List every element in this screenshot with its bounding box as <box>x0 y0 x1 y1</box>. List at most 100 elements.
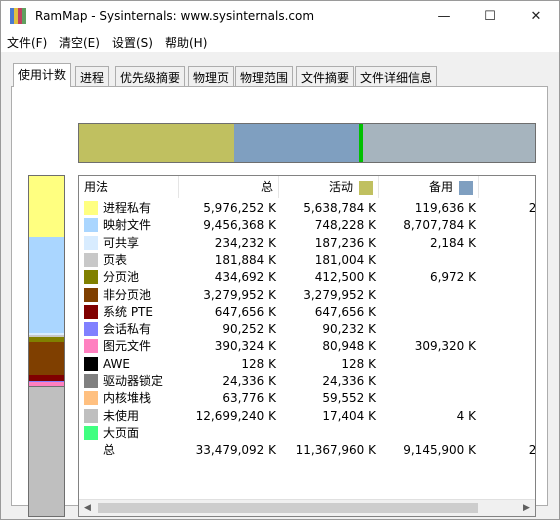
close-button[interactable]: ✕ <box>513 1 559 32</box>
column-header-modified[interactable]: 修i <box>479 176 535 198</box>
cell-name: 会话私有 <box>103 322 152 337</box>
usage-color-swatch <box>84 287 98 302</box>
cell-standby: 309,320 K <box>414 339 476 354</box>
table-row[interactable]: 会话私有 90,252 K 90,232 K <box>79 321 535 338</box>
table-row[interactable]: 大页面 <box>79 425 535 442</box>
table-row[interactable]: 页表 181,884 K 181,004 K <box>79 252 535 269</box>
tab-file-details[interactable]: 文件详细信息 <box>355 66 438 86</box>
cell-active: 748,228 K <box>314 218 376 233</box>
tab-physical-ranges[interactable]: 物理范围 <box>235 66 294 86</box>
table-row[interactable]: 可共享 234,232 K 187,236 K 2,184 K4 <box>79 235 535 252</box>
cell-total: 9,456,368 K <box>203 218 276 233</box>
table-row[interactable]: 映射文件 9,456,368 K 748,228 K 8,707,784 K <box>79 217 535 234</box>
usage-segment <box>29 236 64 334</box>
usage-color-swatch <box>84 391 98 406</box>
cell-active: 90,232 K <box>322 322 376 337</box>
table-row[interactable]: 图元文件 390,324 K 80,948 K 309,320 K <box>79 338 535 355</box>
cell-active: 80,948 K <box>322 339 376 354</box>
scroll-right-icon[interactable]: ▶ <box>518 500 535 516</box>
cell-active: 59,552 K <box>322 391 376 406</box>
usage-header-label: 用法 <box>84 180 109 194</box>
cell-standby: 119,636 K <box>414 201 476 215</box>
usage-color-swatch <box>84 201 98 215</box>
tab-control: 使用计数 进程 优先级摘要 物理页 物理范围 文件摘要 文件详细信息 用法 总 … <box>11 61 551 517</box>
table-row[interactable]: AWE 128 K 128 K <box>79 356 535 373</box>
cell-active: 11,367,960 K <box>295 443 376 458</box>
cell-name: 分页池 <box>103 270 140 285</box>
cell-name: 大页面 <box>103 425 140 440</box>
cell-total: 181,884 K <box>214 252 276 267</box>
cell-name: 映射文件 <box>103 218 152 233</box>
cell-standby: 6,972 K <box>429 270 476 285</box>
horizontal-scrollbar[interactable]: ◀ ▶ <box>79 499 535 516</box>
table-row[interactable]: 非分页池 3,279,952 K 3,279,952 K <box>79 287 535 304</box>
cell-total: 24,336 K <box>222 374 276 388</box>
cell-active: 187,236 K <box>314 235 376 250</box>
table-row[interactable]: 总 33,479,092 K 11,367,960 K 9,145,900 K 28 <box>79 442 536 459</box>
menu-empty[interactable]: 清空(E) <box>59 34 100 51</box>
usage-color-swatch <box>84 304 98 319</box>
usage-stack-bar <box>28 175 65 517</box>
table-row[interactable]: 系统 PTE 647,656 K 647,656 K <box>79 304 535 321</box>
cell-name: 内核堆栈 <box>103 391 152 406</box>
table-row[interactable]: 分页池 434,692 K 412,500 K 6,972 K1 <box>79 269 535 286</box>
cell-modified: 21 <box>528 201 536 215</box>
table-header: 用法 总 活动 备用 修i <box>79 176 535 198</box>
cell-name: 页表 <box>103 252 128 267</box>
cell-modified: 28 <box>528 443 536 458</box>
cell-standby: 9,145,900 K <box>403 443 476 458</box>
menu-help[interactable]: 帮助(H) <box>165 34 207 51</box>
usage-color-swatch <box>84 339 98 354</box>
cell-total: 12,699,240 K <box>195 408 276 423</box>
column-header-active[interactable]: 活动 <box>279 176 379 198</box>
menu-bar: 文件(F) 清空(E) 设置(S) 帮助(H) <box>1 32 559 52</box>
tab-use-counts[interactable]: 使用计数 <box>13 63 72 87</box>
usage-color-swatch <box>84 322 98 337</box>
rammap-app-icon <box>10 8 26 24</box>
cell-active: 412,500 K <box>314 270 376 285</box>
usage-table: 用法 总 活动 备用 修i 进程私有 5,976,252 K 5,638,784 K… <box>78 175 536 517</box>
scroll-left-icon[interactable]: ◀ <box>79 500 96 516</box>
title-bar[interactable]: RamMap - Sysinternals: www.sysinternals.… <box>1 1 559 32</box>
tab-priority-summary[interactable]: 优先级摘要 <box>115 66 186 86</box>
cell-total: 5,976,252 K <box>203 201 276 215</box>
menu-settings[interactable]: 设置(S) <box>112 34 153 51</box>
table-row[interactable]: 驱动器锁定 24,336 K 24,336 K <box>79 373 535 390</box>
standby-color-swatch <box>459 180 473 195</box>
total-header-label: 总 <box>260 180 273 194</box>
cell-name: 系统 PTE <box>103 304 153 319</box>
cell-name: 驱动器锁定 <box>103 374 164 388</box>
usage-color-swatch <box>84 235 98 250</box>
table-row[interactable]: 进程私有 5,976,252 K 5,638,784 K 119,636 K 21 <box>79 200 536 217</box>
cell-name: 未使用 <box>103 408 140 423</box>
use-counts-panel: 用法 总 活动 备用 修i 进程私有 5,976,252 K 5,638,784 K… <box>11 86 548 517</box>
window-title: RamMap - Sysinternals: www.sysinternals.… <box>35 9 315 23</box>
scroll-thumb[interactable] <box>98 503 478 513</box>
maximize-button[interactable]: ☐ <box>467 1 513 32</box>
cell-total: 33,479,092 K <box>195 443 276 458</box>
cell-name: AWE <box>103 356 130 371</box>
column-header-standby[interactable]: 备用 <box>379 176 479 198</box>
tab-physical-pages[interactable]: 物理页 <box>188 66 235 86</box>
column-header-total[interactable]: 总 <box>179 176 279 198</box>
cell-active: 24,336 K <box>322 374 376 388</box>
cell-active: 647,656 K <box>314 304 376 319</box>
cell-total: 434,692 K <box>214 270 276 285</box>
usage-color-swatch <box>84 374 98 388</box>
menu-file[interactable]: 文件(F) <box>7 34 47 51</box>
usage-color-swatch <box>84 408 98 423</box>
column-header-usage[interactable]: 用法 <box>79 176 179 198</box>
tab-processes[interactable]: 进程 <box>75 66 110 86</box>
cell-total: 647,656 K <box>214 304 276 319</box>
usage-segment <box>29 176 64 237</box>
minimize-button[interactable]: — <box>421 1 467 32</box>
cell-total: 390,324 K <box>214 339 276 354</box>
active-header-label: 活动 <box>328 180 353 194</box>
usage-segment <box>29 387 64 516</box>
tab-file-summary[interactable]: 文件摘要 <box>296 66 355 86</box>
table-row[interactable]: 未使用 12,699,240 K 17,404 K 4 K1 <box>79 408 535 425</box>
cell-total: 234,232 K <box>214 235 276 250</box>
usage-color-swatch <box>84 425 98 440</box>
memory-overview-bar <box>78 123 536 163</box>
table-row[interactable]: 内核堆栈 63,776 K 59,552 K <box>79 390 535 407</box>
